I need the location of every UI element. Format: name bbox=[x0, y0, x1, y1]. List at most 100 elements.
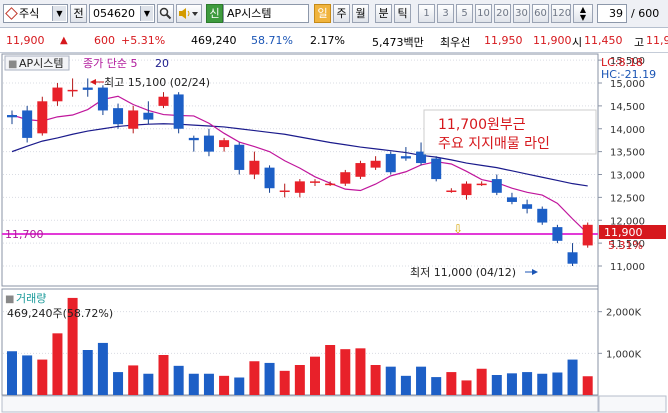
spinner[interactable]: ▲ ▼ bbox=[573, 4, 593, 23]
volume-bar bbox=[279, 370, 290, 395]
weekly-button[interactable]: 주 bbox=[333, 4, 350, 23]
candle-body bbox=[552, 227, 563, 241]
candle-body bbox=[7, 115, 17, 118]
period-120[interactable]: 120 bbox=[551, 4, 571, 23]
period-30[interactable]: 30 bbox=[513, 4, 530, 23]
candle-body bbox=[355, 163, 366, 177]
volume-bar bbox=[203, 373, 214, 395]
candle-body bbox=[158, 96, 169, 106]
volume: 469,240 bbox=[191, 34, 237, 47]
chart-title: AP시스템 bbox=[19, 57, 64, 70]
period-60[interactable]: 60 bbox=[532, 4, 549, 23]
candle-body bbox=[82, 87, 93, 90]
annotation-line2: 주요 지지매물 라인 bbox=[438, 136, 550, 152]
monthly-button[interactable]: 월 bbox=[352, 4, 369, 23]
volume-bar bbox=[310, 356, 320, 395]
volume-bar bbox=[158, 355, 169, 395]
tick-button[interactable]: 틱 bbox=[394, 4, 411, 23]
candle-body bbox=[219, 140, 230, 148]
period-20[interactable]: 20 bbox=[494, 4, 511, 23]
candle-body bbox=[188, 137, 199, 141]
amount: 5,473백만 bbox=[372, 36, 424, 49]
volume-bar bbox=[128, 365, 139, 395]
stock-chart[interactable]: 15,50015,00014,50014,00013,50013,00012,5… bbox=[0, 53, 668, 413]
price: 11,900 bbox=[6, 34, 45, 47]
price-tag: 11,900 bbox=[604, 226, 643, 239]
candle-body bbox=[52, 87, 63, 102]
min-label: 최저 11,000 (04/12) bbox=[410, 266, 516, 279]
volume-bar bbox=[416, 366, 427, 395]
code-input[interactable]: 054620 ▼ bbox=[89, 4, 155, 23]
volume-tick-label: 1,000K bbox=[606, 349, 642, 360]
volume-bar bbox=[82, 350, 93, 395]
change: 600 bbox=[94, 34, 115, 47]
support-annotation: 11,700원부근 주요 지지매물 라인 bbox=[423, 109, 597, 155]
candle-body bbox=[582, 224, 593, 246]
change-pct: +5.31% bbox=[121, 34, 166, 47]
candle-body bbox=[431, 158, 442, 180]
period-10[interactable]: 10 bbox=[475, 4, 492, 23]
jeon-button[interactable]: 전 bbox=[70, 4, 87, 23]
volume-bar bbox=[7, 351, 17, 395]
max-annotation: 최고 15,100 (02/24) bbox=[90, 76, 210, 89]
volume-bar bbox=[506, 373, 517, 395]
daily-button[interactable]: 일 bbox=[314, 4, 331, 23]
volume-label: 469,240주(58.72%) bbox=[7, 307, 113, 320]
hc-label: HC:-21.19 bbox=[601, 68, 656, 81]
volume-bar bbox=[264, 362, 275, 395]
hline-label: 11,700 bbox=[5, 228, 44, 241]
volume-bar bbox=[52, 333, 63, 395]
candle-body bbox=[234, 144, 245, 170]
toolbar: 주식 ▼ 전 054620 ▼ 신 AP시스템 일 주 월 분 틱 1 3 5 … bbox=[0, 0, 668, 28]
magnifier-icon[interactable] bbox=[157, 4, 174, 23]
count-input[interactable]: 39 bbox=[597, 4, 627, 23]
diamond-icon bbox=[5, 7, 18, 20]
volume-bar bbox=[340, 349, 351, 395]
volume-bar bbox=[491, 375, 502, 395]
candle-body bbox=[310, 181, 320, 183]
period-3[interactable]: 3 bbox=[437, 4, 454, 23]
period-1[interactable]: 1 bbox=[418, 4, 435, 23]
candle-body bbox=[279, 190, 290, 193]
best-label: 최우선 bbox=[440, 36, 471, 49]
volume-bar bbox=[400, 375, 411, 395]
volume-bar bbox=[370, 365, 381, 395]
volume-bar bbox=[234, 377, 245, 395]
volume-bar bbox=[461, 380, 472, 395]
chevron-down-icon: ▼ bbox=[52, 6, 66, 21]
total-label: / 600 bbox=[631, 7, 660, 20]
volume-bar bbox=[219, 375, 230, 395]
volume-bar bbox=[582, 376, 593, 395]
volume-bar bbox=[143, 373, 154, 395]
down-arrow-icon: ⇩ bbox=[453, 222, 463, 236]
period-5[interactable]: 5 bbox=[456, 4, 473, 23]
y-tick-label: 14,500 bbox=[610, 102, 645, 113]
name-field[interactable]: AP시스템 bbox=[223, 4, 309, 23]
volume-bar bbox=[173, 365, 184, 395]
turnover: 2.17% bbox=[310, 34, 345, 47]
sin-button[interactable]: 신 bbox=[206, 4, 223, 23]
candle-body bbox=[173, 94, 184, 129]
volume-bar bbox=[113, 372, 124, 395]
candle-body bbox=[67, 89, 78, 92]
y-tick-label: 14,000 bbox=[610, 125, 645, 136]
up-arrow-icon: ▲ bbox=[60, 35, 68, 46]
candle-body bbox=[143, 112, 154, 120]
minute-button[interactable]: 분 bbox=[375, 4, 392, 23]
svg-text:■: ■ bbox=[8, 59, 17, 70]
candle-body bbox=[476, 183, 487, 186]
volume-bar bbox=[567, 359, 578, 395]
open: 11,450 bbox=[584, 34, 623, 47]
speaker-icon[interactable] bbox=[176, 4, 202, 23]
volume-bar bbox=[522, 372, 533, 395]
volume-bar bbox=[552, 372, 563, 395]
quote-bar: 11,900 ▲ 600 +5.31% 469,240 58.71% 2.17%… bbox=[0, 29, 668, 53]
volume-bar bbox=[97, 342, 108, 395]
annotation-line1: 11,700원부근 bbox=[438, 117, 526, 133]
candle-body bbox=[340, 172, 351, 184]
market-select[interactable]: 주식 ▼ bbox=[3, 4, 68, 23]
y-tick-label: 13,500 bbox=[610, 148, 645, 159]
svg-text:■: ■ bbox=[5, 294, 14, 305]
candle-body bbox=[400, 156, 411, 159]
volume-bar bbox=[431, 377, 442, 395]
